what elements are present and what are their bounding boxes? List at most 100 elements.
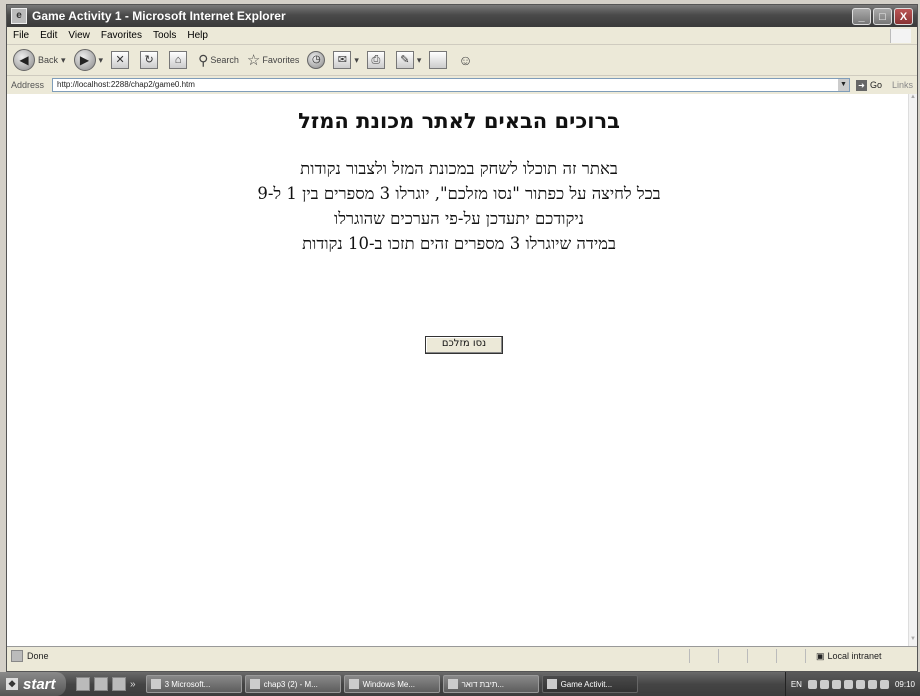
tray-icon[interactable] [831,679,841,689]
tray-icon[interactable] [843,679,853,689]
window-title: Game Activity 1 - Microsoft Internet Exp… [32,9,286,23]
tray-icon[interactable] [819,679,829,689]
chevron-down-icon: ▾ [416,54,422,65]
tray-icon[interactable] [867,679,877,689]
vertical-scrollbar[interactable]: ▲ ▼ [908,94,917,646]
taskbar-item-active[interactable]: Game Activit... [541,675,638,693]
tray-icon[interactable] [807,679,817,689]
back-button[interactable]: ◀ Back ▾ [13,49,66,71]
menu-help[interactable]: Help [187,30,208,41]
tray-icon[interactable] [855,679,865,689]
taskbar-item[interactable]: 3 Microsoft... [145,675,242,693]
back-label: Back [38,55,59,65]
intro-line: במידה שיוגרלו 3 מספרים זהים תזכו ב-10 נק… [302,234,616,253]
history-button[interactable]: ◷ [307,51,326,69]
chevron-down-icon: ▾ [61,54,66,65]
chevron-down-icon: ▾ [354,54,359,65]
discuss-button[interactable] [429,51,450,69]
address-input[interactable]: http://localhost:2288/chap2/game0.htm ▼ [52,78,850,92]
refresh-button[interactable]: ↻ [140,51,161,69]
maximize-button[interactable]: □ [873,7,892,25]
page-heading: ברוכים הבאים לאתר מכונת המזל [298,109,620,133]
zone-label: Local intranet [827,651,882,661]
status-segment [776,649,805,663]
try-your-luck-button[interactable]: נסו מזלכם [425,336,503,354]
forward-arrow-icon: ▶ [73,49,96,71]
address-bar: Address http://localhost:2288/chap2/game… [7,76,917,95]
history-icon: ◷ [307,51,326,69]
taskbar-item-label: 3 Microsoft... [164,679,211,689]
menu-tools[interactable]: Tools [153,30,176,41]
windows-logo-icon [890,28,911,43]
edit-button[interactable]: ✎ ▾ [395,51,422,69]
start-label: start [23,675,56,693]
taskbar-item-label: Game Activit... [560,679,613,689]
quick-launch-icon[interactable] [94,677,108,691]
intro-line: באתר זה תוכלו לשחק במכונת המזל ולצבור נק… [300,159,618,178]
back-arrow-icon: ◀ [13,49,35,71]
search-button[interactable]: ⚲ Search [198,52,239,69]
stop-button[interactable]: ✕ [111,51,132,69]
home-icon: ⌂ [169,51,188,69]
menu-edit[interactable]: Edit [40,30,57,41]
home-button[interactable]: ⌂ [169,51,190,69]
security-zone: ▣ Local intranet [805,649,917,663]
refresh-icon: ↻ [140,51,159,69]
language-indicator[interactable]: EN [791,680,802,689]
scroll-down-icon[interactable]: ▼ [909,636,917,646]
page-content: ברוכים הבאים לאתר מכונת המזל באתר זה תוכ… [7,94,911,646]
taskbar-item[interactable]: Windows Me... [343,675,440,693]
ie-icon [546,679,557,689]
chevron-right-icon[interactable]: » [130,679,136,690]
go-button[interactable]: ➜ Go [855,79,882,91]
discuss-icon [429,51,448,69]
quick-launch-icon[interactable] [112,677,126,691]
menu-favorites[interactable]: Favorites [101,30,142,41]
tray-icon[interactable] [879,679,889,689]
go-arrow-icon: ➜ [855,79,867,91]
menu-file[interactable]: File [13,30,29,41]
favorites-star-icon: ☆ [246,52,261,69]
mail-button[interactable]: ✉ ▾ [333,51,359,69]
menu-view[interactable]: View [68,30,90,41]
search-label: Search [210,55,239,65]
status-bar: Done ▣ Local intranet [7,646,917,665]
title-bar: e Game Activity 1 - Microsoft Internet E… [7,5,917,27]
word-icon [249,679,260,689]
page-icon [11,650,23,662]
chevron-down-icon: ▾ [98,54,104,65]
minimize-button[interactable]: _ [852,7,871,25]
close-button[interactable]: X [894,7,913,25]
messenger-icon: ☺ [458,52,473,68]
status-done: Done [7,650,49,662]
address-label: Address [11,80,45,90]
status-segment [689,649,718,663]
taskbar-item-label: chap3 (2) - M... [263,679,318,689]
links-label[interactable]: Links [892,80,913,90]
messenger-button[interactable]: ☺ [458,52,472,68]
forward-button[interactable]: ▶ ▾ [73,49,104,71]
word-icon [150,679,161,689]
taskbar-item-label: תיבת דואר... [461,679,505,689]
clock: 09:10 [894,679,915,689]
stop-icon: ✕ [111,51,130,69]
taskbar-item[interactable]: chap3 (2) - M... [244,675,341,693]
intranet-icon: ▣ [816,650,825,661]
toolbar: ◀ Back ▾ ▶ ▾ ✕ ↻ ⌂ ⚲ Search ☆ Favorites … [7,45,917,76]
media-icon [348,679,359,689]
print-icon: ⎙ [366,51,385,69]
favorites-button[interactable]: ☆ Favorites [247,51,299,69]
menu-bar: File Edit View Favorites Tools Help [7,27,917,45]
chevron-down-icon[interactable]: ▼ [837,79,849,91]
print-button[interactable]: ⎙ [366,51,388,69]
favorites-label: Favorites [262,55,300,65]
edit-icon: ✎ [395,51,414,69]
search-icon: ⚲ [198,51,209,68]
scroll-up-icon[interactable]: ▲ [909,94,917,104]
taskbar-item[interactable]: תיבת דואר... [442,675,539,693]
system-tray: EN 09:10 [784,672,920,696]
status-text: Done [27,651,49,661]
quick-launch-icon[interactable] [76,677,90,691]
quick-launch: » [76,677,140,691]
start-button[interactable]: ❖ start [0,672,66,696]
